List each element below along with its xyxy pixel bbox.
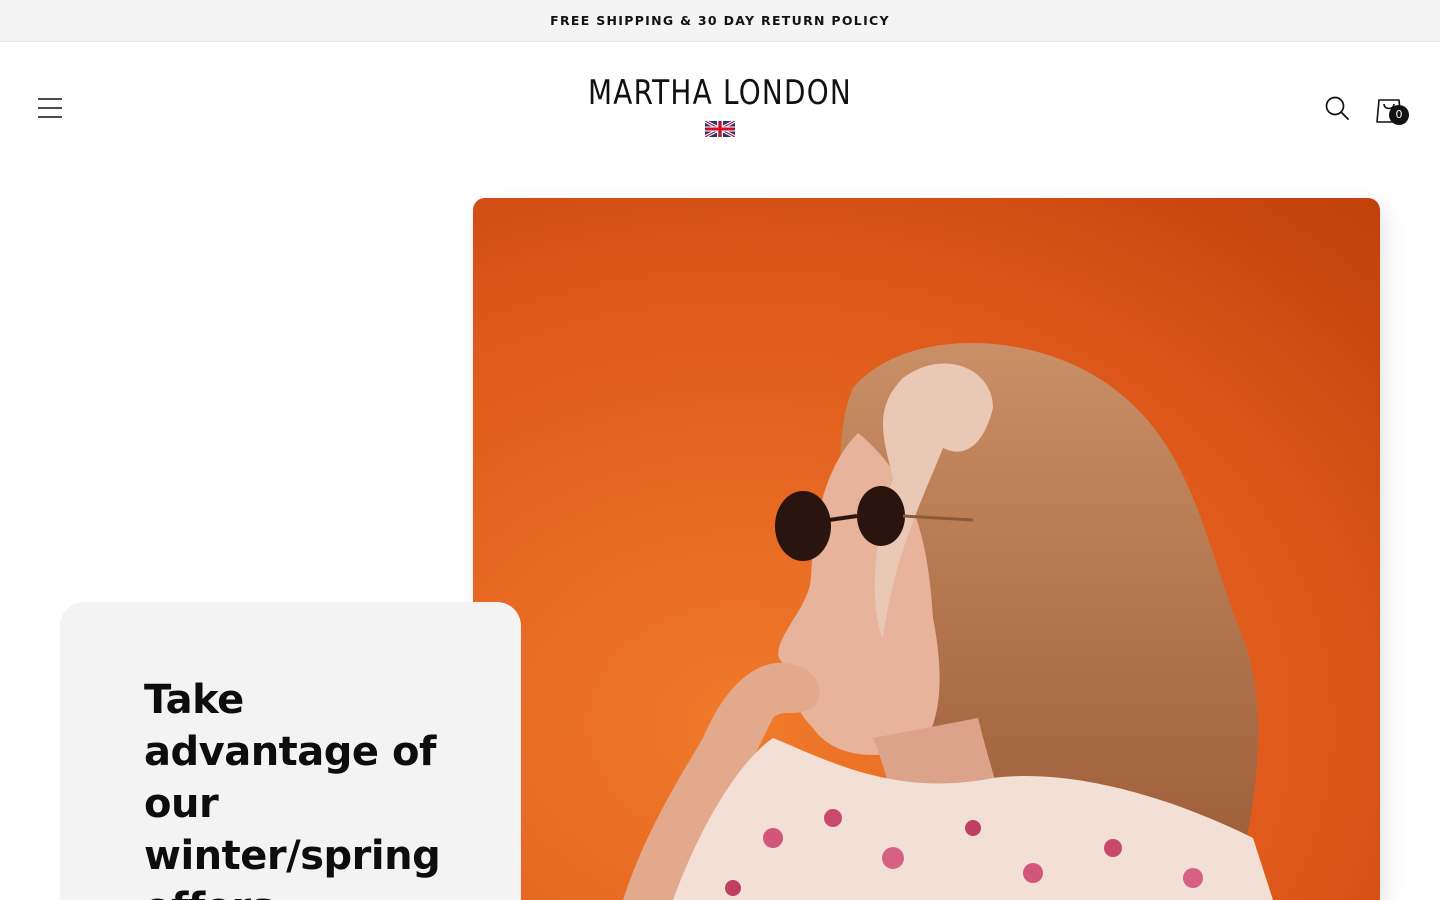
hero-heading: Take advantage of our winter/spring offe… bbox=[144, 677, 441, 900]
hero-image bbox=[473, 198, 1380, 900]
logo-text: MARTHA LONDON bbox=[587, 73, 852, 113]
uk-flag-icon bbox=[705, 121, 735, 137]
hero-text-card: Take advantage of our winter/spring offe… bbox=[60, 602, 521, 900]
hamburger-menu-icon[interactable] bbox=[34, 92, 66, 124]
cart-count-badge: 0 bbox=[1389, 105, 1409, 125]
announcement-text: FREE SHIPPING & 30 DAY RETURN POLICY bbox=[550, 13, 890, 28]
site-header: MARTHA LONDON 0 bbox=[0, 42, 1440, 174]
search-icon[interactable] bbox=[1321, 92, 1353, 124]
announcement-bar: FREE SHIPPING & 30 DAY RETURN POLICY bbox=[0, 0, 1440, 42]
site-logo[interactable]: MARTHA LONDON bbox=[520, 73, 920, 137]
cart-button[interactable]: 0 bbox=[1372, 90, 1412, 130]
